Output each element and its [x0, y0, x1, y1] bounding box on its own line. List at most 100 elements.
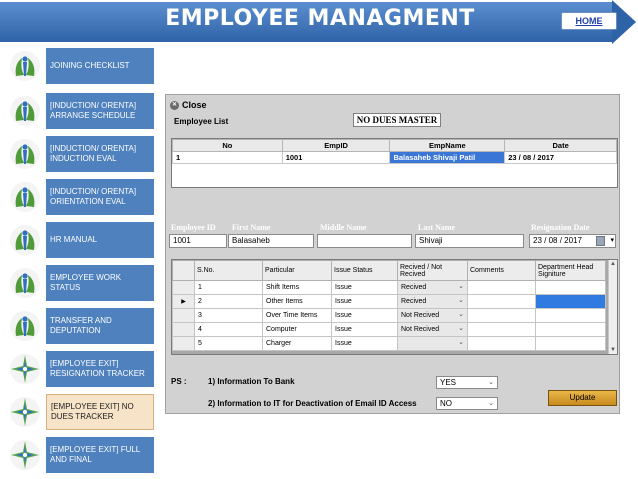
col-header-no[interactable]: No: [172, 139, 283, 152]
sidebar-item-label[interactable]: TRANSFER AND DEPUTATION: [46, 308, 154, 344]
leaf-figure-icon: [8, 267, 42, 299]
sidebar-item[interactable]: [INDUCTION/ ORENTA] ARRANGE SCHEDULE: [8, 93, 154, 129]
leaf-figure-icon: [8, 95, 42, 127]
sidebar-item[interactable]: [EMPLOYEE EXIT] NO DUES TRACKER: [8, 394, 154, 430]
first-name-field[interactable]: Balasaheb: [228, 234, 314, 248]
col-header-empname[interactable]: EmpName: [389, 139, 506, 152]
cell-empname[interactable]: Balasaheb Shivaji Patil: [389, 151, 506, 164]
received-dropdown-text: Recived: [401, 298, 427, 305]
cell-particular[interactable]: Over Time Items: [262, 308, 332, 323]
form-title: NO DUES MASTER: [353, 113, 441, 127]
cell-comments[interactable]: [467, 336, 536, 351]
sidebar-item-label[interactable]: [INDUCTION/ ORENTA] INDUCTION EVAL: [46, 136, 154, 172]
sidebar-item-label[interactable]: [EMPLOYEE EXIT] RESIGNATION TRACKER: [46, 351, 154, 387]
cell-particular-text: Charger: [266, 340, 292, 347]
cell-comments[interactable]: [467, 322, 536, 337]
vertical-scrollbar[interactable]: ▲ ▼: [608, 260, 617, 354]
sparkle-figure-icon: [8, 353, 42, 385]
received-dropdown[interactable]: Not Recived ⌄: [397, 322, 468, 337]
cell-sno[interactable]: 1: [194, 280, 263, 295]
cell-sno[interactable]: 3: [194, 308, 263, 323]
resignation-date-picker[interactable]: 23 / 08 / 2017 ▾: [529, 234, 616, 248]
cell-particular[interactable]: Computer: [262, 322, 332, 337]
cell-signature[interactable]: [535, 308, 606, 323]
it-deactivation-select[interactable]: NO ⌄: [436, 397, 498, 410]
scroll-up-icon[interactable]: ▲: [610, 261, 616, 267]
col-header-received[interactable]: Recived / Not Recived: [397, 260, 468, 281]
chevron-down-icon[interactable]: ⌄: [458, 310, 464, 318]
cell-issue-status[interactable]: Issue: [331, 294, 398, 309]
col-header-sno[interactable]: S.No.: [194, 260, 263, 281]
sidebar-item-label[interactable]: [EMPLOYEE EXIT] NO DUES TRACKER: [46, 394, 154, 430]
calendar-icon[interactable]: [596, 236, 605, 246]
sidebar-item[interactable]: JOINING CHECKLIST: [8, 48, 154, 84]
home-link[interactable]: HOME: [561, 12, 617, 30]
received-dropdown[interactable]: Recived ⌄: [397, 294, 468, 309]
cell-sno[interactable]: 4: [194, 322, 263, 337]
col-header-comments[interactable]: Comments: [467, 260, 536, 281]
cell-sno[interactable]: 2: [194, 294, 263, 309]
table-row[interactable]: 1 1001 Balasaheb Shivaji Patil 23 / 08 /…: [172, 151, 617, 164]
sidebar-item[interactable]: [EMPLOYEE EXIT] FULL AND FINAL: [8, 437, 154, 473]
col-header-empid[interactable]: EmpID: [281, 139, 391, 152]
table-row[interactable]: 5 Charger Issue ⌄: [172, 336, 606, 351]
sidebar-item-label[interactable]: [EMPLOYEE EXIT] FULL AND FINAL: [46, 437, 154, 473]
cell-signature[interactable]: [535, 294, 606, 309]
col-header-signature[interactable]: Department Head Signiture: [535, 260, 606, 281]
cell-issue-status[interactable]: Issue: [331, 308, 398, 323]
cell-sno[interactable]: 5: [194, 336, 263, 351]
update-button[interactable]: Update: [548, 390, 617, 406]
sidebar-item[interactable]: HR MANUAL: [8, 222, 154, 258]
sidebar-item-label[interactable]: HR MANUAL: [46, 222, 154, 258]
cell-issue-status[interactable]: Issue: [331, 280, 398, 295]
items-grid[interactable]: S.No. Particular Issue Status Recived / …: [171, 259, 618, 355]
sidebar-item[interactable]: TRANSFER AND DEPUTATION: [8, 308, 154, 344]
chevron-down-icon[interactable]: ⌄: [458, 296, 464, 304]
sidebar-item[interactable]: [EMPLOYEE EXIT] RESIGNATION TRACKER: [8, 351, 154, 387]
employee-list-grid[interactable]: No EmpID EmpName Date 1 1001 Balasaheb S…: [171, 138, 618, 188]
received-dropdown[interactable]: Recived ⌄: [397, 280, 468, 295]
sidebar-item[interactable]: [INDUCTION/ ORENTA] INDUCTION EVAL: [8, 136, 154, 172]
cell-comments[interactable]: [467, 280, 536, 295]
cell-particular[interactable]: Other Items: [262, 294, 332, 309]
employee-id-field[interactable]: 1001: [169, 234, 227, 248]
chevron-down-icon[interactable]: ▾: [610, 235, 614, 247]
sidebar-item[interactable]: [INDUCTION/ ORENTA] ORIENTATION EVAL: [8, 179, 154, 215]
sidebar-item-label[interactable]: [INDUCTION/ ORENTA] ARRANGE SCHEDULE: [46, 93, 154, 129]
cell-no[interactable]: 1: [172, 151, 283, 164]
resignation-date-value: 23 / 08 / 2017: [533, 236, 582, 245]
col-header-date[interactable]: Date: [504, 139, 617, 152]
cell-comments[interactable]: [467, 308, 536, 323]
col-header-issue-status[interactable]: Issue Status: [331, 260, 398, 281]
close-button[interactable]: ✕ Close: [170, 98, 207, 112]
leaf-figure-icon: [8, 138, 42, 170]
col-header-particular[interactable]: Particular: [262, 260, 332, 281]
table-row[interactable]: ▶ 2 Other Items Issue Recived ⌄: [172, 294, 606, 309]
cell-signature[interactable]: [535, 336, 606, 351]
cell-particular[interactable]: Shift Items: [262, 280, 332, 295]
chevron-down-icon[interactable]: ⌄: [458, 324, 464, 332]
bank-info-select[interactable]: YES ⌄: [436, 376, 498, 389]
received-dropdown[interactable]: ⌄: [397, 336, 468, 351]
cell-empid[interactable]: 1001: [281, 151, 391, 164]
cell-signature[interactable]: [535, 280, 606, 295]
cell-issue-status[interactable]: Issue: [331, 336, 398, 351]
table-row[interactable]: 3 Over Time Items Issue Not Recived ⌄: [172, 308, 606, 323]
chevron-down-icon[interactable]: ⌄: [458, 338, 464, 346]
cell-comments[interactable]: [467, 294, 536, 309]
sidebar-item-label[interactable]: EMPLOYEE WORK STATUS: [46, 265, 154, 301]
sidebar-item-label[interactable]: JOINING CHECKLIST: [46, 48, 154, 84]
table-row[interactable]: 4 Computer Issue Not Recived ⌄: [172, 322, 606, 337]
received-dropdown[interactable]: Not Recived ⌄: [397, 308, 468, 323]
cell-issue-status[interactable]: Issue: [331, 322, 398, 337]
scroll-down-icon[interactable]: ▼: [610, 347, 616, 353]
middle-name-field[interactable]: [317, 234, 412, 248]
table-row[interactable]: 1 Shift Items Issue Recived ⌄: [172, 280, 606, 295]
cell-signature[interactable]: [535, 322, 606, 337]
chevron-down-icon[interactable]: ⌄: [458, 282, 464, 290]
sidebar-item-label[interactable]: [INDUCTION/ ORENTA] ORIENTATION EVAL: [46, 179, 154, 215]
last-name-field[interactable]: Shivaji: [415, 234, 524, 248]
cell-particular[interactable]: Charger: [262, 336, 332, 351]
cell-date[interactable]: 23 / 08 / 2017: [504, 151, 617, 164]
sidebar-item[interactable]: EMPLOYEE WORK STATUS: [8, 265, 154, 301]
